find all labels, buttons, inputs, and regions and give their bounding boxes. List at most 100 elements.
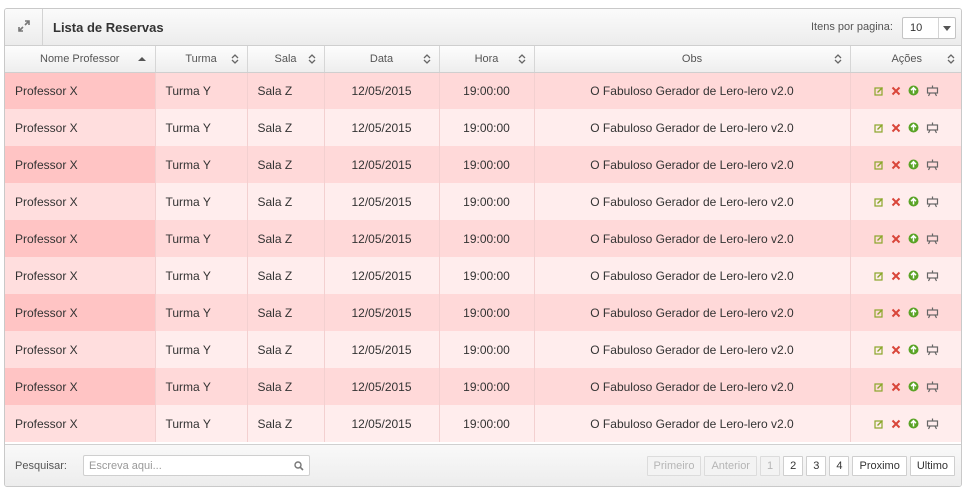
table-row[interactable]: Professor X Turma Y Sala Z 12/05/2015 19:00:… [5, 109, 961, 146]
delete-icon[interactable] [891, 197, 901, 207]
cell-professor: Professor X [5, 405, 156, 442]
table-row[interactable]: Professor X Turma Y Sala Z 12/05/2015 19:00:… [5, 220, 961, 257]
cell-data: 12/05/2015 [324, 183, 440, 220]
cell-professor: Professor X [5, 183, 156, 220]
projector-icon[interactable] [926, 122, 939, 134]
cell-data: 12/05/2015 [324, 109, 440, 146]
table-row[interactable]: Professor X Turma Y Sala Z 12/05/2015 19:00:… [5, 72, 961, 109]
edit-icon[interactable] [874, 419, 884, 429]
edit-icon[interactable] [874, 271, 884, 281]
pagination: Primeiro Anterior 1 2 3 4 Proximo Ultimo [646, 456, 955, 476]
cell-sala: Sala Z [247, 72, 325, 109]
search-input[interactable] [84, 456, 284, 475]
last-page-button[interactable]: Ultimo [909, 456, 955, 476]
delete-icon[interactable] [891, 234, 901, 244]
delete-icon[interactable] [891, 345, 901, 355]
upload-icon[interactable] [908, 159, 919, 170]
sort-icon [308, 53, 316, 65]
column-obs[interactable]: Obs [534, 46, 851, 73]
edit-icon[interactable] [874, 197, 884, 207]
table-row[interactable]: Professor X Turma Y Sala Z 12/05/2015 19:00:… [5, 331, 961, 368]
upload-icon[interactable] [908, 196, 919, 207]
column-header-label: Turma [185, 52, 217, 65]
cell-hora: 19:00:00 [439, 183, 535, 220]
table-row[interactable]: Professor X Turma Y Sala Z 12/05/2015 19:00:… [5, 294, 961, 331]
upload-icon[interactable] [908, 307, 919, 318]
edit-icon[interactable] [874, 160, 884, 170]
upload-icon[interactable] [908, 270, 919, 281]
expand-button[interactable] [5, 9, 43, 45]
projector-icon[interactable] [926, 381, 939, 393]
column-hora[interactable]: Hora [439, 46, 535, 73]
cell-professor: Professor X [5, 146, 156, 183]
page-3-button[interactable]: 3 [806, 456, 827, 476]
projector-icon[interactable] [926, 307, 939, 319]
edit-icon[interactable] [874, 123, 884, 133]
table-row[interactable]: Professor X Turma Y Sala Z 12/05/2015 19:00:… [5, 183, 961, 220]
cell-turma: Turma Y [155, 220, 248, 257]
cell-actions [850, 368, 961, 405]
table-row[interactable]: Professor X Turma Y Sala Z 12/05/2015 19:00:… [5, 368, 961, 405]
column-header-label: Sala [274, 52, 297, 65]
search-field [83, 455, 310, 476]
per-page-label: Itens por pagina: [811, 21, 893, 33]
delete-icon[interactable] [891, 160, 901, 170]
delete-icon[interactable] [891, 86, 901, 96]
projector-icon[interactable] [926, 270, 939, 282]
projector-icon[interactable] [926, 418, 939, 430]
projector-icon[interactable] [926, 85, 939, 97]
projector-icon[interactable] [926, 159, 939, 171]
cell-turma: Turma Y [155, 183, 248, 220]
cell-turma: Turma Y [155, 109, 248, 146]
table-row[interactable]: Professor X Turma Y Sala Z 12/05/2015 19:00:… [5, 405, 961, 442]
cell-sala: Sala Z [247, 146, 325, 183]
edit-icon[interactable] [874, 308, 884, 318]
cell-actions [850, 72, 961, 109]
column-header-label: Ações [891, 52, 923, 65]
upload-icon[interactable] [908, 418, 919, 429]
cell-sala: Sala Z [247, 294, 325, 331]
next-page-button[interactable]: Proximo [852, 456, 907, 476]
upload-icon[interactable] [908, 85, 919, 96]
page-4-button[interactable]: 4 [829, 456, 850, 476]
column-header-label: Hora [474, 52, 499, 65]
cell-hora: 19:00:00 [439, 368, 535, 405]
projector-icon[interactable] [926, 196, 939, 208]
column-nome-professor[interactable]: Nome Professor [5, 46, 156, 73]
edit-icon[interactable] [874, 345, 884, 355]
cell-turma: Turma Y [155, 257, 248, 294]
table-row[interactable]: Professor X Turma Y Sala Z 12/05/2015 19:00:… [5, 257, 961, 294]
search-icon[interactable] [294, 460, 304, 474]
cell-data: 12/05/2015 [324, 405, 440, 442]
delete-icon[interactable] [891, 308, 901, 318]
cell-obs: O Fabuloso Gerador de Lero-lero v2.0 [534, 72, 851, 109]
cell-hora: 19:00:00 [439, 72, 535, 109]
cell-actions [850, 109, 961, 146]
delete-icon[interactable] [891, 382, 901, 392]
page-2-button[interactable]: 2 [783, 456, 804, 476]
cell-obs: O Fabuloso Gerador de Lero-lero v2.0 [534, 331, 851, 368]
delete-icon[interactable] [891, 419, 901, 429]
panel-footer: Pesquisar: PrimeiroAnterior1234ProximoUl… [5, 444, 961, 486]
cell-actions [850, 257, 961, 294]
delete-icon[interactable] [891, 271, 901, 281]
cell-sala: Sala Z [247, 331, 325, 368]
column-acoes[interactable]: Ações [850, 46, 961, 73]
per-page-select[interactable]: 10 [902, 17, 956, 39]
upload-icon[interactable] [908, 122, 919, 133]
edit-icon[interactable] [874, 86, 884, 96]
delete-icon[interactable] [891, 123, 901, 133]
upload-icon[interactable] [908, 233, 919, 244]
column-data[interactable]: Data [324, 46, 440, 73]
cell-actions [850, 331, 961, 368]
projector-icon[interactable] [926, 344, 939, 356]
edit-icon[interactable] [874, 382, 884, 392]
edit-icon[interactable] [874, 234, 884, 244]
upload-icon[interactable] [908, 344, 919, 355]
column-turma[interactable]: Turma [155, 46, 248, 73]
column-sala[interactable]: Sala [247, 46, 325, 73]
cell-actions [850, 294, 961, 331]
projector-icon[interactable] [926, 233, 939, 245]
table-row[interactable]: Professor X Turma Y Sala Z 12/05/2015 19:00:… [5, 146, 961, 183]
upload-icon[interactable] [908, 381, 919, 392]
